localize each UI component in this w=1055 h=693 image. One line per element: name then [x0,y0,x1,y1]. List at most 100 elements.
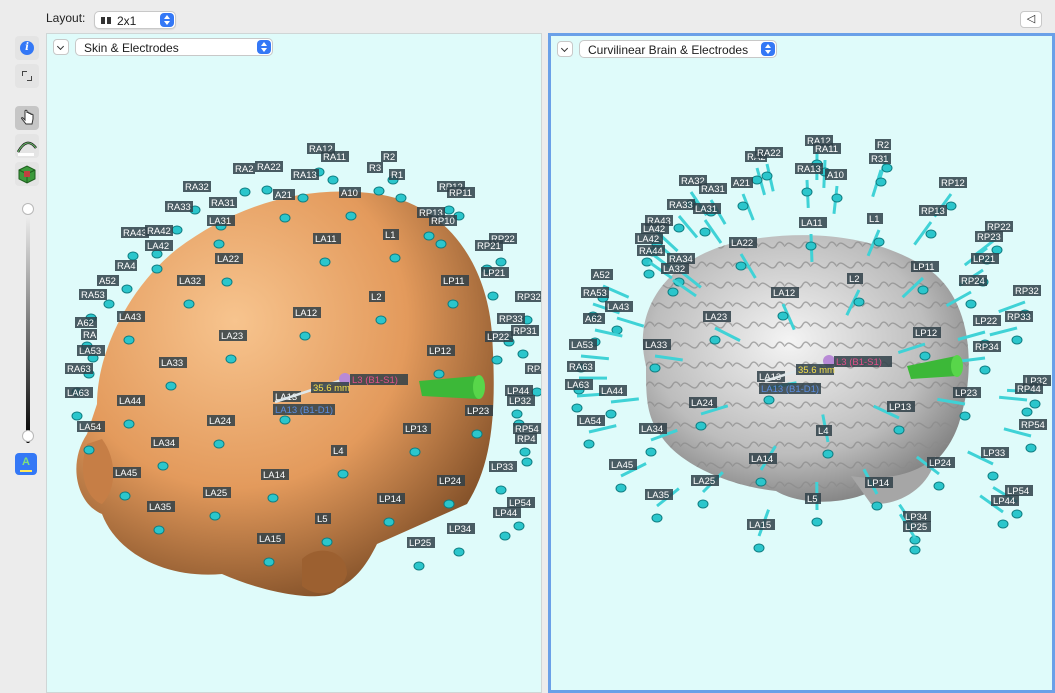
electrode-label: LP23 [467,406,489,417]
electrode-rp44[interactable]: RP44 [998,383,1043,417]
electrode-label: LP11 [913,262,934,273]
electrode-a10[interactable]: A10 [825,169,847,214]
brain-3d-render[interactable]: RA12RA11R2RA2RA22R31RA13A10RA32A21RP12RA… [551,36,1052,690]
electrode-contact [435,239,447,249]
electrode-label: RA13 [797,164,821,175]
electrode-contact [871,501,883,511]
electrode-contact [395,193,407,203]
electrode-label: L2 [849,274,860,285]
electrode-rp24[interactable]: RP24 [945,275,987,309]
electrode-contact [433,369,445,379]
electrode-r3[interactable]: R3 [367,162,385,196]
electrode-label: LP32 [509,396,531,407]
electrode-rp31[interactable]: RP31 [511,325,539,359]
electrode-contact [119,491,131,501]
electrode-la44[interactable]: LA44 [599,385,639,419]
layout-value: 2x1 [117,14,137,28]
electrode-contact [299,331,311,341]
volume-tool-button[interactable] [15,162,39,186]
electrode-la63[interactable]: LA63 [65,387,93,421]
electrode-lp33[interactable]: LP33 [489,461,517,495]
layout-select[interactable]: 2x1 [94,11,176,29]
electrode-rp13[interactable]: RP13 [913,205,947,246]
electrode-lp25[interactable]: LP25 [407,537,435,571]
measure-tool-button[interactable] [15,134,39,158]
electrode-la43[interactable]: LA43 [605,301,645,335]
collapse-panel-button[interactable]: ◁ [1020,11,1042,28]
electrode-ra13[interactable]: RA13 [795,163,823,209]
electrode-contact [209,511,221,521]
measure-point-a: L3 (B1-S1) [836,357,882,368]
electrode-la15[interactable]: LA15 [747,509,775,553]
electrode-label: RA32 [185,182,209,193]
distance-label: 35.6 mm [798,365,835,376]
electrode-contact [945,201,957,211]
expand-view-button[interactable] [15,64,39,88]
viewport-left[interactable]: Skin & Electrodes RA12 RA11 R2 R3 R1 RA2 RA22 R… [46,33,542,693]
electrode-label: RA13 [293,170,317,181]
electrode-la25[interactable]: LA25 [691,471,724,509]
electrode-label: LA45 [115,468,137,479]
electrode-contact [499,531,511,541]
electrode-contact [495,485,507,495]
electrode-label: A62 [77,318,94,329]
electrode-label: LA54 [79,422,101,433]
electrode-contact [103,299,115,309]
electrode-contact [221,277,233,287]
electrode-ra11[interactable]: RA11 [321,151,349,185]
skin-3d-render[interactable]: RA12RA11R2R3R1RA2RA22RA13RA32A21A10RP12R… [47,34,542,693]
electrode-label: LP22 [487,332,509,343]
electrode-contact [755,477,767,487]
electrode-contact [157,461,169,471]
slider-top-handle[interactable] [22,203,34,215]
electrode-rp54[interactable]: RP54 [1003,419,1047,453]
electrode-contact [651,513,663,523]
viewport-right[interactable]: Curvilinear Brain & Electrodes RA12 RA11 R… [548,33,1055,693]
electrode-label: R1 [391,170,403,181]
electrode-label: RP13 [921,206,945,217]
electrode-contact [1025,443,1037,453]
electrode-label: RA11 [323,152,346,163]
electrode-contact [959,411,971,421]
electrode-la54[interactable]: LA54 [577,415,617,449]
electrode-label: LA25 [693,476,715,487]
electrode-label: LA14 [263,470,285,481]
electrode-label: LP33 [983,448,1005,459]
electrode-contact [881,163,893,173]
electrode-stem [998,300,1026,314]
electrode-label: LP23 [955,388,977,399]
top-toolbar: Layout: 2x1 ◁ [0,0,1055,33]
slider-bottom-handle[interactable] [22,430,34,442]
opacity-slider[interactable] [26,203,30,443]
electrode-la45[interactable]: LA45 [609,459,647,493]
info-button[interactable]: i [15,36,39,60]
electrode-contact [699,227,711,237]
electrode-ra22[interactable]: RA22 [755,147,783,192]
electrode-label: R2 [877,140,889,151]
electrode-la35[interactable]: LA35 [645,487,680,523]
electrode-label: RP24 [961,276,985,287]
electrode-lp34[interactable]: LP34 [447,523,475,557]
tool-column: i A [0,33,46,693]
annotation-button[interactable]: A [15,453,37,475]
pointer-tool-button[interactable] [15,106,39,130]
electrode-label: LA31 [695,204,717,215]
electrode-contact [811,517,823,527]
electrode-contact [531,387,541,397]
electrode-label: A21 [733,178,750,189]
electrode-r31[interactable]: R31 [869,153,891,198]
electrode-label: LP21 [483,268,505,279]
electrode-contact [165,381,177,391]
electrode-label: RP11 [449,188,472,199]
electrode-stem [616,316,645,328]
electrode-la63[interactable]: LA63 [565,379,606,413]
electrode-lp33[interactable]: LP33 [967,447,1009,481]
electrode-label: LA22 [731,238,753,249]
electrode-label: LA14 [751,454,773,465]
electrode-label: LP25 [409,538,431,549]
electrode-a21[interactable]: A21 [731,177,755,221]
electrode-label: LP21 [973,254,995,265]
electrode-ra2[interactable]: RA2 [233,163,255,197]
electrode-ra43[interactable]: RA43 [121,227,149,261]
electrode-contact [761,171,773,181]
